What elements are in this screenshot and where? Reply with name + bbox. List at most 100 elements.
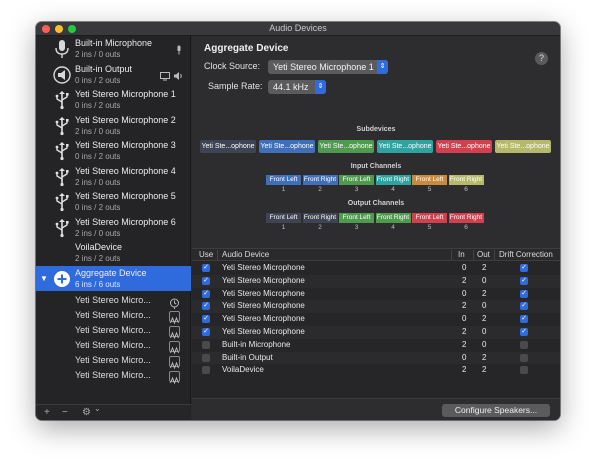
subdevice-name: Yeti Stereo Micro... xyxy=(75,325,151,335)
drift-correction-checkbox[interactable] xyxy=(520,340,528,349)
row-in-count: 0 xyxy=(462,314,467,324)
sidebar-subdevice-item[interactable]: Yeti Stereo Micro... xyxy=(36,294,191,309)
sidebar-device-item[interactable]: Yeti Stereo Microphone 62 ins / 0 outs xyxy=(36,215,191,241)
use-checkbox[interactable]: ✓ xyxy=(202,315,210,324)
usb-icon xyxy=(53,141,71,161)
use-checkbox[interactable]: ✓ xyxy=(202,302,210,311)
use-checkbox[interactable] xyxy=(202,353,210,362)
sidebar-device-item[interactable]: Yeti Stereo Microphone 3 0 ins / 2 outs xyxy=(36,138,191,164)
sidebar-subdevice-item[interactable]: Yeti Stereo Micro... xyxy=(36,324,191,340)
row-device-name: Yeti Stereo Microphone xyxy=(222,263,305,272)
sidebar-device-item[interactable]: ▼ Aggregate Device 6 ins / 6 outs xyxy=(36,265,191,291)
device-name: Yeti Stereo Microphone 4 xyxy=(75,165,176,176)
device-io-count: 2 ins / 0 outs xyxy=(75,228,121,238)
column-header-out[interactable]: Out xyxy=(477,250,490,259)
audio-devices-window: Audio Devices + − ⚙ ⌄ Built-in Microphon… xyxy=(36,22,560,420)
row-device-name: VoilaDevice xyxy=(222,365,264,375)
output-channels-label: Output Channels xyxy=(347,200,405,207)
sidebar-subdevice-item[interactable]: Yeti Stereo Micro... xyxy=(36,354,191,370)
column-header-in[interactable]: In xyxy=(458,250,465,259)
use-checkbox[interactable]: ✓ xyxy=(202,264,210,272)
row-device-name: Yeti Stereo Microphone xyxy=(222,288,305,298)
sample-rate-popup[interactable]: 44.1 kHz ⇕ xyxy=(268,80,326,94)
channel-number: 6 xyxy=(464,224,468,231)
configure-speakers-button[interactable]: Configure Speakers... xyxy=(442,404,550,417)
row-in-count: 0 xyxy=(462,352,467,362)
clock-source-value: Yeti Stereo Microphone 1 xyxy=(273,62,374,72)
row-out-count: 2 xyxy=(482,314,487,324)
use-checkbox[interactable]: ✓ xyxy=(202,328,210,336)
sidebar-device-item[interactable]: VoilaDevice 2 ins / 2 outs xyxy=(36,240,191,266)
help-button[interactable]: ? xyxy=(535,52,548,65)
title-bar: Audio Devices xyxy=(36,22,560,36)
channel-number: 3 xyxy=(354,224,359,231)
device-name: Yeti Stereo Microphone 2 xyxy=(75,114,176,125)
device-io-count: 2 ins / 2 outs xyxy=(75,254,121,263)
chevron-down-icon[interactable]: ⌄ xyxy=(94,404,101,413)
row-out-count: 0 xyxy=(482,327,487,336)
subdevice-chip[interactable]: Yeti Ste...ophone xyxy=(495,140,551,153)
device-io-count: 2 ins / 0 outs xyxy=(75,177,121,187)
clock-source-popup[interactable]: Yeti Stereo Microphone 1 ⇕ xyxy=(268,60,388,74)
row-out-count: 2 xyxy=(482,365,487,375)
subdevice-chip[interactable]: Yeti Ste...ophone xyxy=(377,140,433,153)
use-checkbox[interactable]: ✓ xyxy=(202,289,210,298)
column-separator xyxy=(217,250,218,260)
row-out-count: 0 xyxy=(482,275,487,285)
drift-correction-checkbox[interactable]: ✓ xyxy=(520,315,528,324)
display-icon xyxy=(160,68,170,80)
column-separator xyxy=(473,250,474,260)
table-row: ✓ Yeti Stereo Microphone 0 2 ✓ xyxy=(192,313,560,326)
channel-number: 5 xyxy=(427,224,432,231)
sidebar-device-item[interactable]: Yeti Stereo Microphone 42 ins / 0 outs xyxy=(36,164,191,190)
device-name: VoilaDevice xyxy=(75,242,123,252)
drift-correction-checkbox[interactable]: ✓ xyxy=(520,289,528,298)
sidebar-device-item[interactable]: Built-in Output 0 ins / 2 outs xyxy=(36,62,191,88)
drift-correction-checkbox[interactable]: ✓ xyxy=(520,302,528,311)
channel-number: 1 xyxy=(281,224,286,231)
sidebar-device-item[interactable]: Built-in Microphone 2 ins / 0 outs xyxy=(36,36,191,62)
column-header-audio-device[interactable]: Audio Device xyxy=(222,250,269,259)
sidebar-subdevice-item[interactable]: Yeti Stereo Micro... xyxy=(36,339,191,355)
subdevice-chip[interactable]: Yeti Ste...ophone xyxy=(259,140,315,153)
sidebar-device-item[interactable]: Yeti Stereo Microphone 5 0 ins / 2 outs xyxy=(36,189,191,215)
column-header-use[interactable]: Use xyxy=(199,250,213,259)
row-in-count: 0 xyxy=(462,288,467,298)
sidebar-subdevice-item[interactable]: Yeti Stereo Micro... xyxy=(36,309,191,325)
disclosure-triangle-icon[interactable]: ▼ xyxy=(40,274,48,283)
subdevice-chip[interactable]: Yeti Ste...ophone xyxy=(436,140,492,153)
remove-device-button[interactable]: − xyxy=(62,407,68,418)
channel-number: 2 xyxy=(318,186,322,193)
row-out-count: 0 xyxy=(482,301,487,311)
drift-correction-checkbox[interactable] xyxy=(520,366,528,375)
channel-chip: Front Left xyxy=(412,213,447,223)
table-row: ✓ Yeti Stereo Microphone 0 2 ✓ xyxy=(192,288,560,301)
drift-correction-checkbox[interactable] xyxy=(520,353,528,362)
channel-number: 6 xyxy=(464,186,468,193)
column-header-drift-correction[interactable]: Drift Correction xyxy=(499,250,553,259)
row-device-name: Built-in Output xyxy=(222,352,273,362)
use-checkbox[interactable] xyxy=(202,340,210,349)
waveform-icon xyxy=(169,341,180,355)
waveform-icon xyxy=(169,356,180,370)
add-device-button[interactable]: + xyxy=(44,407,50,418)
drift-correction-checkbox[interactable]: ✓ xyxy=(520,276,528,285)
waveform-icon xyxy=(169,371,180,385)
usb-icon xyxy=(53,90,71,110)
row-out-count: 2 xyxy=(482,352,487,362)
channel-chip: Front Left xyxy=(266,213,301,223)
device-io-count: 0 ins / 2 outs xyxy=(75,152,121,161)
device-name: Yeti Stereo Microphone 5 xyxy=(75,191,176,201)
sidebar-device-item[interactable]: Yeti Stereo Microphone 22 ins / 0 outs xyxy=(36,113,191,139)
subdevices-label: Subdevices xyxy=(356,126,396,133)
sidebar-device-item[interactable]: Yeti Stereo Microphone 1 0 ins / 2 outs xyxy=(36,87,191,113)
drift-correction-checkbox[interactable]: ✓ xyxy=(520,328,528,336)
gear-icon[interactable]: ⚙ xyxy=(82,407,91,418)
subdevice-chip[interactable]: Yeti Ste...ophone xyxy=(318,140,374,153)
drift-correction-checkbox[interactable]: ✓ xyxy=(520,264,528,272)
sidebar-subdevice-item[interactable]: Yeti Stereo Micro... xyxy=(36,369,191,385)
use-checkbox[interactable]: ✓ xyxy=(202,276,210,285)
device-io-count: 0 ins / 2 outs xyxy=(75,75,121,85)
use-checkbox[interactable] xyxy=(202,366,210,375)
subdevice-chip[interactable]: Yeti Ste...ophone xyxy=(200,140,256,153)
